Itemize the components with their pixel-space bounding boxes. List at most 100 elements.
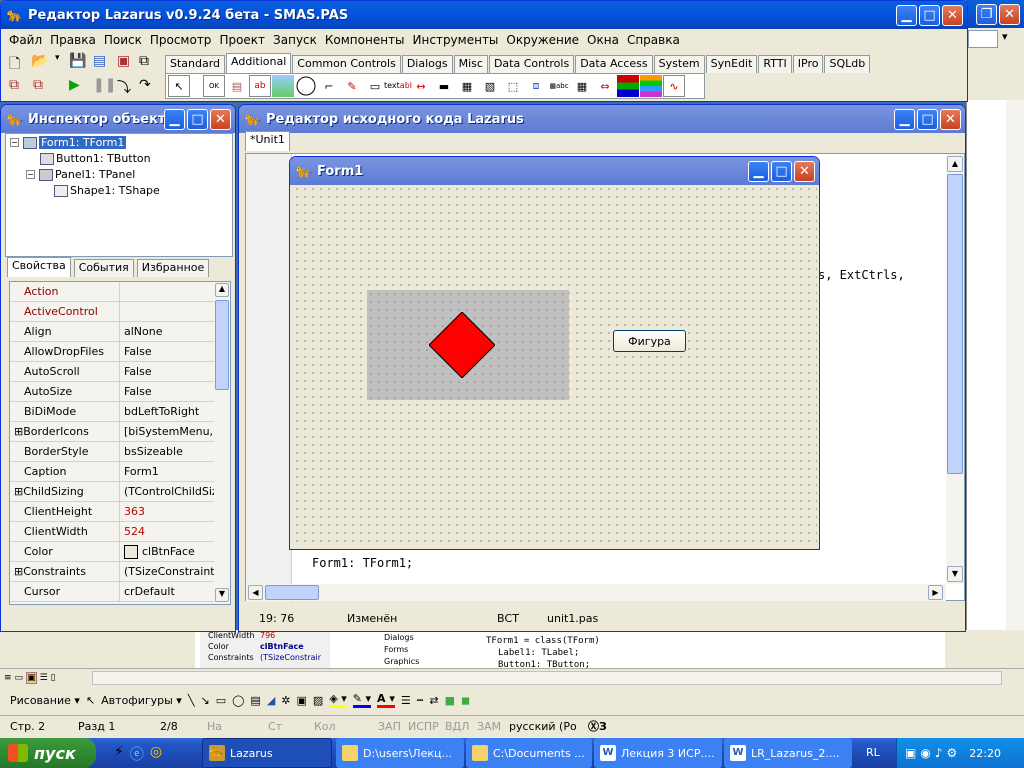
property-value[interactable]: 524 bbox=[120, 522, 214, 541]
network-icon[interactable]: ▣ bbox=[905, 746, 916, 760]
save-all-icon[interactable]: ▤ bbox=[93, 53, 106, 69]
drawing-menu[interactable]: Рисование ▾ bbox=[4, 694, 80, 707]
taskbar-item-word-lecture[interactable]: W Лекция 3 ИСР.... bbox=[594, 738, 722, 768]
line-icon[interactable]: ╲ bbox=[188, 694, 195, 707]
horizontal-scrollbar[interactable] bbox=[92, 671, 1002, 685]
form-minimize-button[interactable]: ▁ bbox=[748, 161, 769, 182]
tab-additional[interactable]: Additional bbox=[226, 53, 292, 73]
tab-synedit[interactable]: SynEdit bbox=[705, 55, 758, 73]
chevron-down-icon[interactable]: ▾ bbox=[1002, 30, 1016, 48]
property-value[interactable]: [biSystemMenu,biM bbox=[120, 422, 214, 441]
property-row[interactable]: BiDiMode bdLeftToRight bbox=[10, 402, 214, 422]
rectangle-icon[interactable]: ▭ bbox=[216, 694, 226, 707]
shape-icon[interactable] bbox=[295, 75, 317, 97]
menu-run[interactable]: Запуск bbox=[269, 33, 321, 47]
pairsplitter-icon[interactable]: ⇔ bbox=[594, 75, 616, 97]
menu-project[interactable]: Проект bbox=[215, 33, 269, 47]
maskedit-icon[interactable]: ▦ bbox=[456, 75, 478, 97]
menu-search[interactable]: Поиск bbox=[100, 33, 146, 47]
tab-data-controls[interactable]: Data Controls bbox=[488, 55, 575, 73]
menu-view[interactable]: Просмотр bbox=[146, 33, 216, 47]
splitter-icon[interactable]: ↔ bbox=[410, 75, 432, 97]
se-close-button[interactable]: ✕ bbox=[940, 109, 961, 130]
outline-view-icon[interactable]: ☰ bbox=[40, 673, 48, 683]
menu-components[interactable]: Компоненты bbox=[321, 33, 409, 47]
property-row[interactable]: ⊞Constraints(TSizeConstraints) bbox=[10, 562, 214, 582]
stringgrid-icon[interactable]: ▦abc bbox=[548, 75, 570, 97]
property-value[interactable]: False bbox=[120, 382, 214, 401]
paintbox-icon[interactable]: ✎ bbox=[341, 75, 363, 97]
toggle-form-icon[interactable]: ⧉ bbox=[139, 53, 149, 69]
chart-icon[interactable]: ∿ bbox=[663, 75, 685, 97]
property-row[interactable]: Caption Form1 bbox=[10, 462, 214, 482]
expand-icon[interactable]: ⊞ bbox=[14, 565, 23, 578]
property-value[interactable]: bdLeftToRight bbox=[120, 402, 214, 421]
clipart-icon[interactable]: ▣ bbox=[297, 694, 307, 707]
arrow-style-icon[interactable]: ⇄ bbox=[429, 694, 438, 707]
open-icon[interactable]: 📂 bbox=[31, 53, 48, 69]
line-color-icon[interactable]: ✎ ▾ bbox=[352, 692, 372, 708]
tree-node-button1[interactable]: Button1: TButton bbox=[40, 152, 151, 165]
language-indicator[interactable]: RL bbox=[866, 746, 880, 759]
property-row[interactable]: Cursor crDefault bbox=[10, 582, 214, 602]
se-maximize-button[interactable]: □ bbox=[917, 109, 938, 130]
oi-close-button[interactable]: ✕ bbox=[210, 109, 231, 130]
property-value[interactable]: 363 bbox=[120, 502, 214, 521]
pause-icon[interactable]: ❚❚ bbox=[93, 77, 116, 93]
drawgrid-icon[interactable]: ▦ bbox=[571, 75, 593, 97]
menu-file[interactable]: Файл bbox=[5, 33, 46, 47]
tab-system[interactable]: System bbox=[653, 55, 705, 73]
dash-style-icon[interactable]: ┅ bbox=[417, 694, 424, 707]
button1[interactable]: Фигура bbox=[613, 330, 686, 352]
notebook-icon[interactable]: ▭ bbox=[364, 75, 386, 97]
close-button[interactable]: ✕ bbox=[942, 5, 963, 26]
open-dropdown-icon[interactable]: ▾ bbox=[55, 53, 60, 63]
usb-icon[interactable]: ⚙ bbox=[947, 746, 958, 760]
menu-tools[interactable]: Инструменты bbox=[409, 33, 503, 47]
property-value[interactable]: crDefault bbox=[120, 582, 214, 601]
save-icon[interactable]: 💾 bbox=[69, 53, 86, 69]
tab-rtti[interactable]: RTTI bbox=[758, 55, 792, 73]
property-row[interactable]: ActiveControl bbox=[10, 302, 214, 322]
bevel-icon[interactable]: ⌐ bbox=[318, 75, 340, 97]
colorbox-icon[interactable] bbox=[617, 75, 639, 97]
menu-windows[interactable]: Окна bbox=[583, 33, 623, 47]
expand-icon[interactable]: ⊞ bbox=[14, 485, 23, 498]
arrow-icon[interactable]: ↘ bbox=[200, 694, 209, 707]
line-style-icon[interactable]: ☰ bbox=[401, 694, 411, 707]
tab-unit1[interactable]: *Unit1 bbox=[245, 131, 290, 151]
new-unit-icon[interactable]: 🗋 bbox=[9, 53, 20, 77]
property-vertical-scrollbar[interactable]: ▲ ▼ bbox=[214, 282, 230, 604]
web-view-icon[interactable]: ▭ bbox=[15, 673, 24, 683]
textbox-icon[interactable]: ▤ bbox=[250, 694, 260, 707]
colorlistbox-icon[interactable] bbox=[640, 75, 662, 97]
select-objects-icon[interactable]: ↖ bbox=[86, 694, 95, 707]
label-icon[interactable]: text abl bbox=[384, 75, 412, 97]
property-row[interactable]: AllowDropFiles False bbox=[10, 342, 214, 362]
reading-view-icon[interactable]: ▯ bbox=[51, 673, 56, 683]
scroll-up-icon[interactable]: ▲ bbox=[215, 283, 229, 297]
property-row[interactable]: AutoSize False bbox=[10, 382, 214, 402]
taskbar-item-folder-documents[interactable]: C:\Documents ... bbox=[466, 738, 592, 768]
oval-icon[interactable]: ◯ bbox=[232, 694, 244, 707]
trayicon-icon[interactable]: ▬ bbox=[433, 75, 455, 97]
bg-close-button[interactable]: ✕ bbox=[999, 4, 1020, 25]
speedbutton-icon[interactable]: ▤ bbox=[226, 75, 248, 97]
antivirus-icon[interactable]: ◉ bbox=[920, 746, 930, 760]
editor-horizontal-scrollbar[interactable]: ◀ ▶ bbox=[246, 584, 946, 601]
property-row[interactable]: Align alNone bbox=[10, 322, 214, 342]
view-forms-icon[interactable]: ⧉ bbox=[33, 77, 43, 93]
scroll-down-icon[interactable]: ▼ bbox=[947, 566, 963, 582]
step-over-icon[interactable]: ↷ bbox=[139, 77, 151, 93]
scroll-down-icon[interactable]: ▼ bbox=[215, 588, 229, 602]
scroll-left-icon[interactable]: ◀ bbox=[248, 585, 263, 600]
scroll-up-icon[interactable]: ▲ bbox=[947, 156, 963, 172]
taskbar-item-lazarus[interactable]: 🐆 Lazarus bbox=[202, 738, 332, 768]
menu-help[interactable]: Справка bbox=[623, 33, 684, 47]
property-value[interactable]: (TSizeConstraints) bbox=[120, 562, 214, 581]
property-row[interactable]: AutoScroll False bbox=[10, 362, 214, 382]
wordart-icon[interactable]: ◢ bbox=[267, 694, 275, 707]
pointer-icon[interactable]: ↖ bbox=[168, 75, 190, 97]
property-row[interactable]: Action bbox=[10, 282, 214, 302]
application-properties-icon[interactable]: ⧈ bbox=[525, 75, 547, 97]
